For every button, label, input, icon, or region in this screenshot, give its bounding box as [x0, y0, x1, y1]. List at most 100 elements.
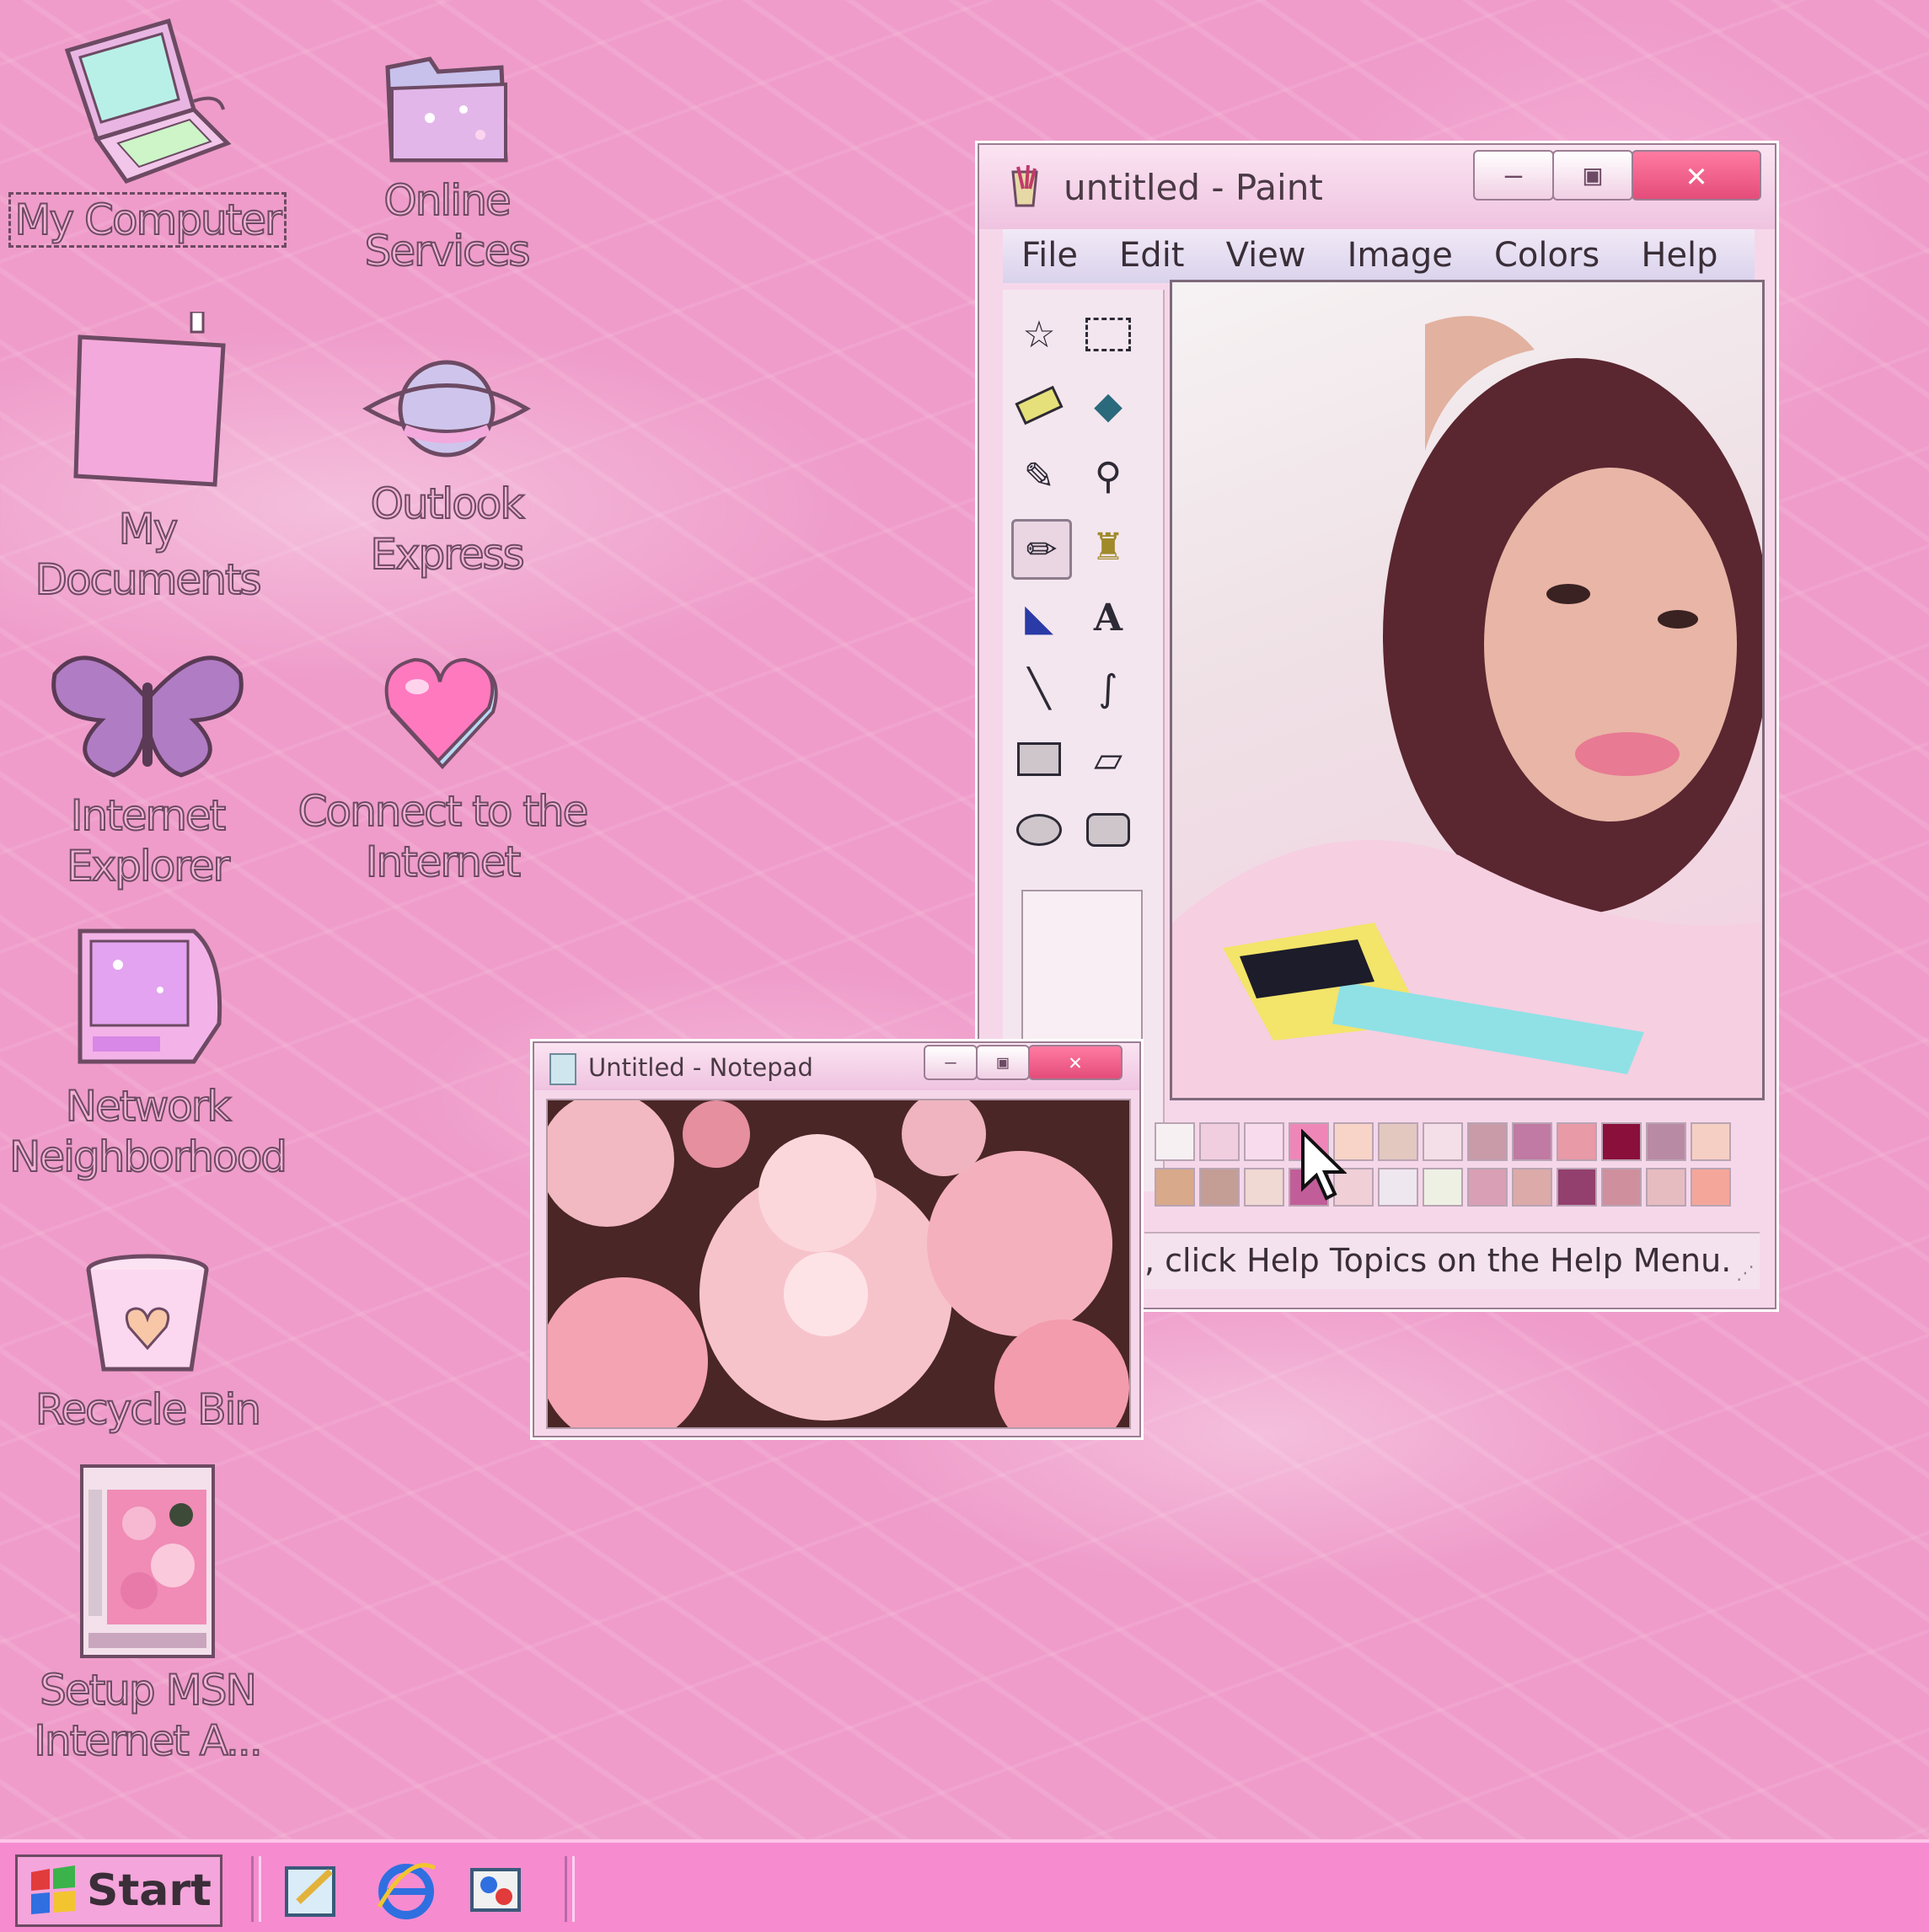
menu-colors[interactable]: Colors: [1476, 229, 1618, 281]
palette-color-swatch[interactable]: [1467, 1168, 1508, 1207]
palette-color-swatch[interactable]: [1378, 1122, 1418, 1161]
maximize-button[interactable]: ▣: [1552, 150, 1633, 201]
laptop-icon: [51, 17, 244, 185]
palette-color-swatch[interactable]: [1601, 1122, 1642, 1161]
desktop-icon-setup-msn[interactable]: Setup MSN Internet A...: [8, 1464, 287, 1766]
notepad-text-area[interactable]: [546, 1099, 1131, 1429]
maximize-button[interactable]: ▣: [976, 1045, 1030, 1080]
pencil-tool[interactable]: ✏: [1011, 519, 1072, 580]
color-palette: [1144, 1107, 1760, 1208]
text-tool[interactable]: A: [1080, 590, 1136, 645]
polygon-tool[interactable]: ▱: [1080, 731, 1136, 787]
brush-tool[interactable]: ♜: [1080, 519, 1136, 575]
desktop-icon-label: My Documents: [34, 504, 262, 605]
paint-menubar: File Edit View Image Colors Help: [1003, 229, 1755, 283]
paint-titlebar[interactable]: untitled - Paint — ▣ ✕: [979, 145, 1775, 229]
paint-status-bar: , click Help Topics on the Help Menu. ⋰: [1144, 1232, 1760, 1289]
palette-color-swatch[interactable]: [1199, 1122, 1240, 1161]
notepad-titlebar[interactable]: Untitled - Notepad — ▣ ✕: [534, 1043, 1139, 1090]
free-select-tool[interactable]: ☆: [1011, 307, 1067, 362]
notepad-app-icon: [549, 1053, 576, 1085]
palette-color-swatch[interactable]: [1155, 1122, 1195, 1161]
paint-window-title: untitled - Paint: [1064, 167, 1323, 208]
quick-launch-desktop-icon[interactable]: [281, 1860, 342, 1920]
eraser-tool[interactable]: [1011, 377, 1067, 433]
palette-color-swatch[interactable]: [1691, 1168, 1731, 1207]
palette-color-swatch[interactable]: [1512, 1168, 1552, 1207]
minimize-button[interactable]: —: [924, 1045, 978, 1080]
ellipse-tool[interactable]: [1011, 802, 1067, 858]
desktop-icon-connect-to-internet[interactable]: Connect to the Internet: [297, 653, 589, 887]
desktop-icon-label: Connect to the Internet: [297, 786, 590, 887]
palette-color-swatch[interactable]: [1646, 1122, 1686, 1161]
palette-color-swatch[interactable]: [1646, 1168, 1686, 1207]
palette-color-swatch[interactable]: [1378, 1168, 1418, 1207]
airbrush-tool[interactable]: ◣: [1011, 590, 1067, 645]
rect-select-tool[interactable]: [1080, 307, 1136, 362]
rectangle-tool[interactable]: [1011, 731, 1067, 787]
desktop-icon-outlook-express[interactable]: Outlook Express: [308, 345, 586, 580]
quick-launch-internet-explorer-icon[interactable]: [376, 1860, 437, 1920]
quick-launch-channels-icon[interactable]: [465, 1860, 526, 1920]
desktop-icon-network-neighborhood[interactable]: Network Neighborhood: [8, 923, 288, 1182]
desktop-icon-my-computer[interactable]: My Computer: [8, 17, 287, 248]
palette-color-swatch[interactable]: [1155, 1168, 1195, 1207]
palette-color-swatch[interactable]: [1244, 1168, 1284, 1207]
butterfly-icon: [38, 640, 257, 784]
desktop-icon-label: Network Neighborhood: [8, 1081, 288, 1182]
rounded-rect-tool[interactable]: [1080, 802, 1136, 858]
saturn-icon: [358, 345, 535, 472]
paint-canvas[interactable]: [1170, 280, 1765, 1100]
desktop-icon-label: My Computer: [8, 192, 287, 248]
mouse-cursor-icon: [1301, 1129, 1347, 1201]
close-button[interactable]: ✕: [1028, 1045, 1123, 1080]
palette-color-swatch[interactable]: [1467, 1122, 1508, 1161]
palette-color-swatch[interactable]: [1557, 1122, 1597, 1161]
desktop-icon-recycle-bin[interactable]: Recycle Bin: [8, 1251, 287, 1435]
palette-color-swatch[interactable]: [1423, 1168, 1463, 1207]
menu-view[interactable]: View: [1208, 229, 1325, 281]
curve-tool[interactable]: ∫: [1080, 661, 1136, 716]
palette-color-swatch[interactable]: [1601, 1168, 1642, 1207]
desktop-icon-label: Internet Explorer: [66, 790, 231, 891]
desktop-icon-internet-explorer[interactable]: Internet Explorer: [8, 640, 287, 891]
recycle-bin-icon: [80, 1251, 215, 1378]
notepad-window[interactable]: Untitled - Notepad — ▣ ✕: [533, 1041, 1141, 1437]
fill-bucket-tool[interactable]: ◆: [1080, 377, 1136, 433]
close-button[interactable]: ✕: [1632, 150, 1761, 201]
desktop-icon-label: Online Services: [364, 175, 532, 276]
folder-icon: [379, 51, 514, 169]
minimize-button[interactable]: —: [1473, 150, 1554, 201]
palette-color-swatch[interactable]: [1691, 1122, 1731, 1161]
palette-color-swatch[interactable]: [1512, 1122, 1552, 1161]
document-icon: [55, 310, 240, 497]
setup-thumbnail-icon: [80, 1464, 215, 1658]
notepad-window-title: Untitled - Notepad: [588, 1053, 813, 1082]
resize-grip-icon[interactable]: ⋰: [1736, 1263, 1755, 1284]
line-tool[interactable]: ╲: [1011, 661, 1067, 716]
start-button[interactable]: Start: [15, 1854, 222, 1927]
desktop-icon-my-documents[interactable]: My Documents: [8, 310, 287, 605]
palette-color-swatch[interactable]: [1199, 1168, 1240, 1207]
desktop-icon-label: Outlook Express: [369, 479, 525, 580]
menu-edit[interactable]: Edit: [1101, 229, 1203, 281]
palette-color-swatch[interactable]: [1423, 1122, 1463, 1161]
palette-color-swatch[interactable]: [1244, 1122, 1284, 1161]
palette-color-swatch[interactable]: [1557, 1168, 1597, 1207]
taskbar-divider: [251, 1856, 261, 1922]
magnifier-tool[interactable]: ⚲: [1080, 448, 1136, 504]
canvas-photo-portrait: [1172, 316, 1762, 1098]
notepad-photo-roses: [548, 1100, 1129, 1427]
heart-icon: [379, 653, 506, 779]
desktop-icon-online-services[interactable]: Online Services: [308, 51, 586, 276]
menu-help[interactable]: Help: [1622, 229, 1736, 281]
desktop-icon-label: Setup MSN Internet A...: [33, 1665, 263, 1766]
menu-image[interactable]: Image: [1329, 229, 1471, 281]
desktop-icon-label: Recycle Bin: [35, 1384, 262, 1435]
windows-logo-icon: [26, 1865, 80, 1916]
start-label: Start: [87, 1865, 212, 1916]
menu-file[interactable]: File: [1003, 229, 1096, 281]
taskbar-divider: [565, 1856, 575, 1922]
paint-app-icon: [1008, 164, 1042, 209]
color-picker-tool[interactable]: ✎: [1011, 448, 1067, 504]
